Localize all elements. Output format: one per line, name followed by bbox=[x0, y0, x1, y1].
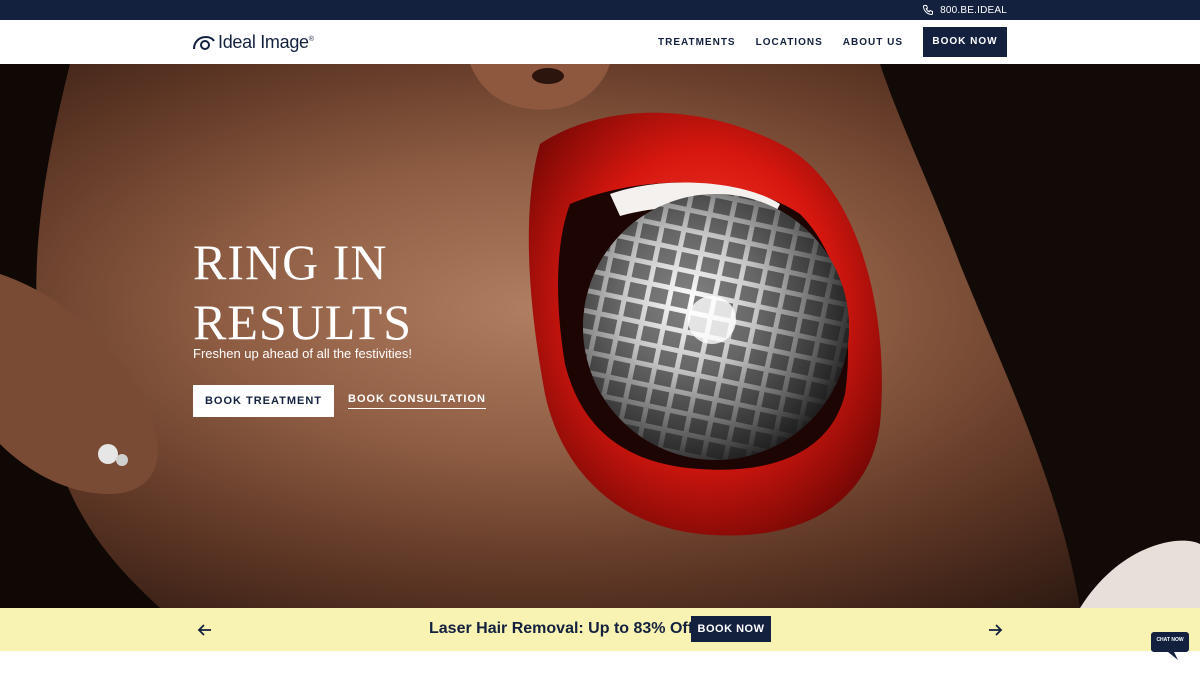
arrow-right-icon[interactable] bbox=[985, 620, 1005, 640]
book-treatment-button[interactable]: BOOK TREATMENT bbox=[193, 385, 334, 417]
book-now-button[interactable]: BOOK NOW bbox=[923, 27, 1007, 57]
hero-title: RING IN RESULTS bbox=[193, 234, 413, 350]
logo-text: Ideal Image® bbox=[218, 31, 314, 52]
logo-mark-icon bbox=[193, 35, 215, 50]
ideal-image-logo[interactable]: Ideal Image® bbox=[192, 30, 314, 54]
phone-link[interactable]: 800.BE.IDEAL bbox=[922, 3, 1007, 17]
promo-bar: Laser Hair Removal: Up to 83% Off* BOOK … bbox=[0, 608, 1200, 651]
hero-subtitle: Freshen up ahead of all the festivities! bbox=[193, 346, 412, 361]
arrow-left-icon[interactable] bbox=[195, 620, 215, 640]
nav-about-us[interactable]: ABOUT US bbox=[843, 37, 903, 48]
utility-bar: 800.BE.IDEAL bbox=[0, 0, 1200, 20]
nav-treatments[interactable]: TREATMENTS bbox=[658, 37, 736, 48]
promo-book-now-button[interactable]: BOOK NOW bbox=[691, 616, 771, 642]
phone-icon bbox=[923, 5, 934, 16]
chat-bubble-icon bbox=[1151, 632, 1189, 660]
site-header: Ideal Image® TREATMENTS LOCATIONS ABOUT … bbox=[0, 20, 1200, 64]
chat-now-button[interactable]: CHAT NOW bbox=[1150, 630, 1190, 662]
hero-image bbox=[0, 64, 1200, 608]
chat-label: CHAT NOW bbox=[1156, 637, 1184, 643]
book-consultation-link[interactable]: BOOK CONSULTATION bbox=[348, 393, 486, 409]
phone-number: 800.BE.IDEAL bbox=[940, 4, 1007, 16]
promo-text: Laser Hair Removal: Up to 83% Off* bbox=[429, 620, 700, 637]
nav-locations[interactable]: LOCATIONS bbox=[756, 37, 823, 48]
main-nav: TREATMENTS LOCATIONS ABOUT US BOOK NOW bbox=[658, 27, 1007, 57]
hero-banner: RING IN RESULTS Freshen up ahead of all … bbox=[0, 64, 1200, 608]
